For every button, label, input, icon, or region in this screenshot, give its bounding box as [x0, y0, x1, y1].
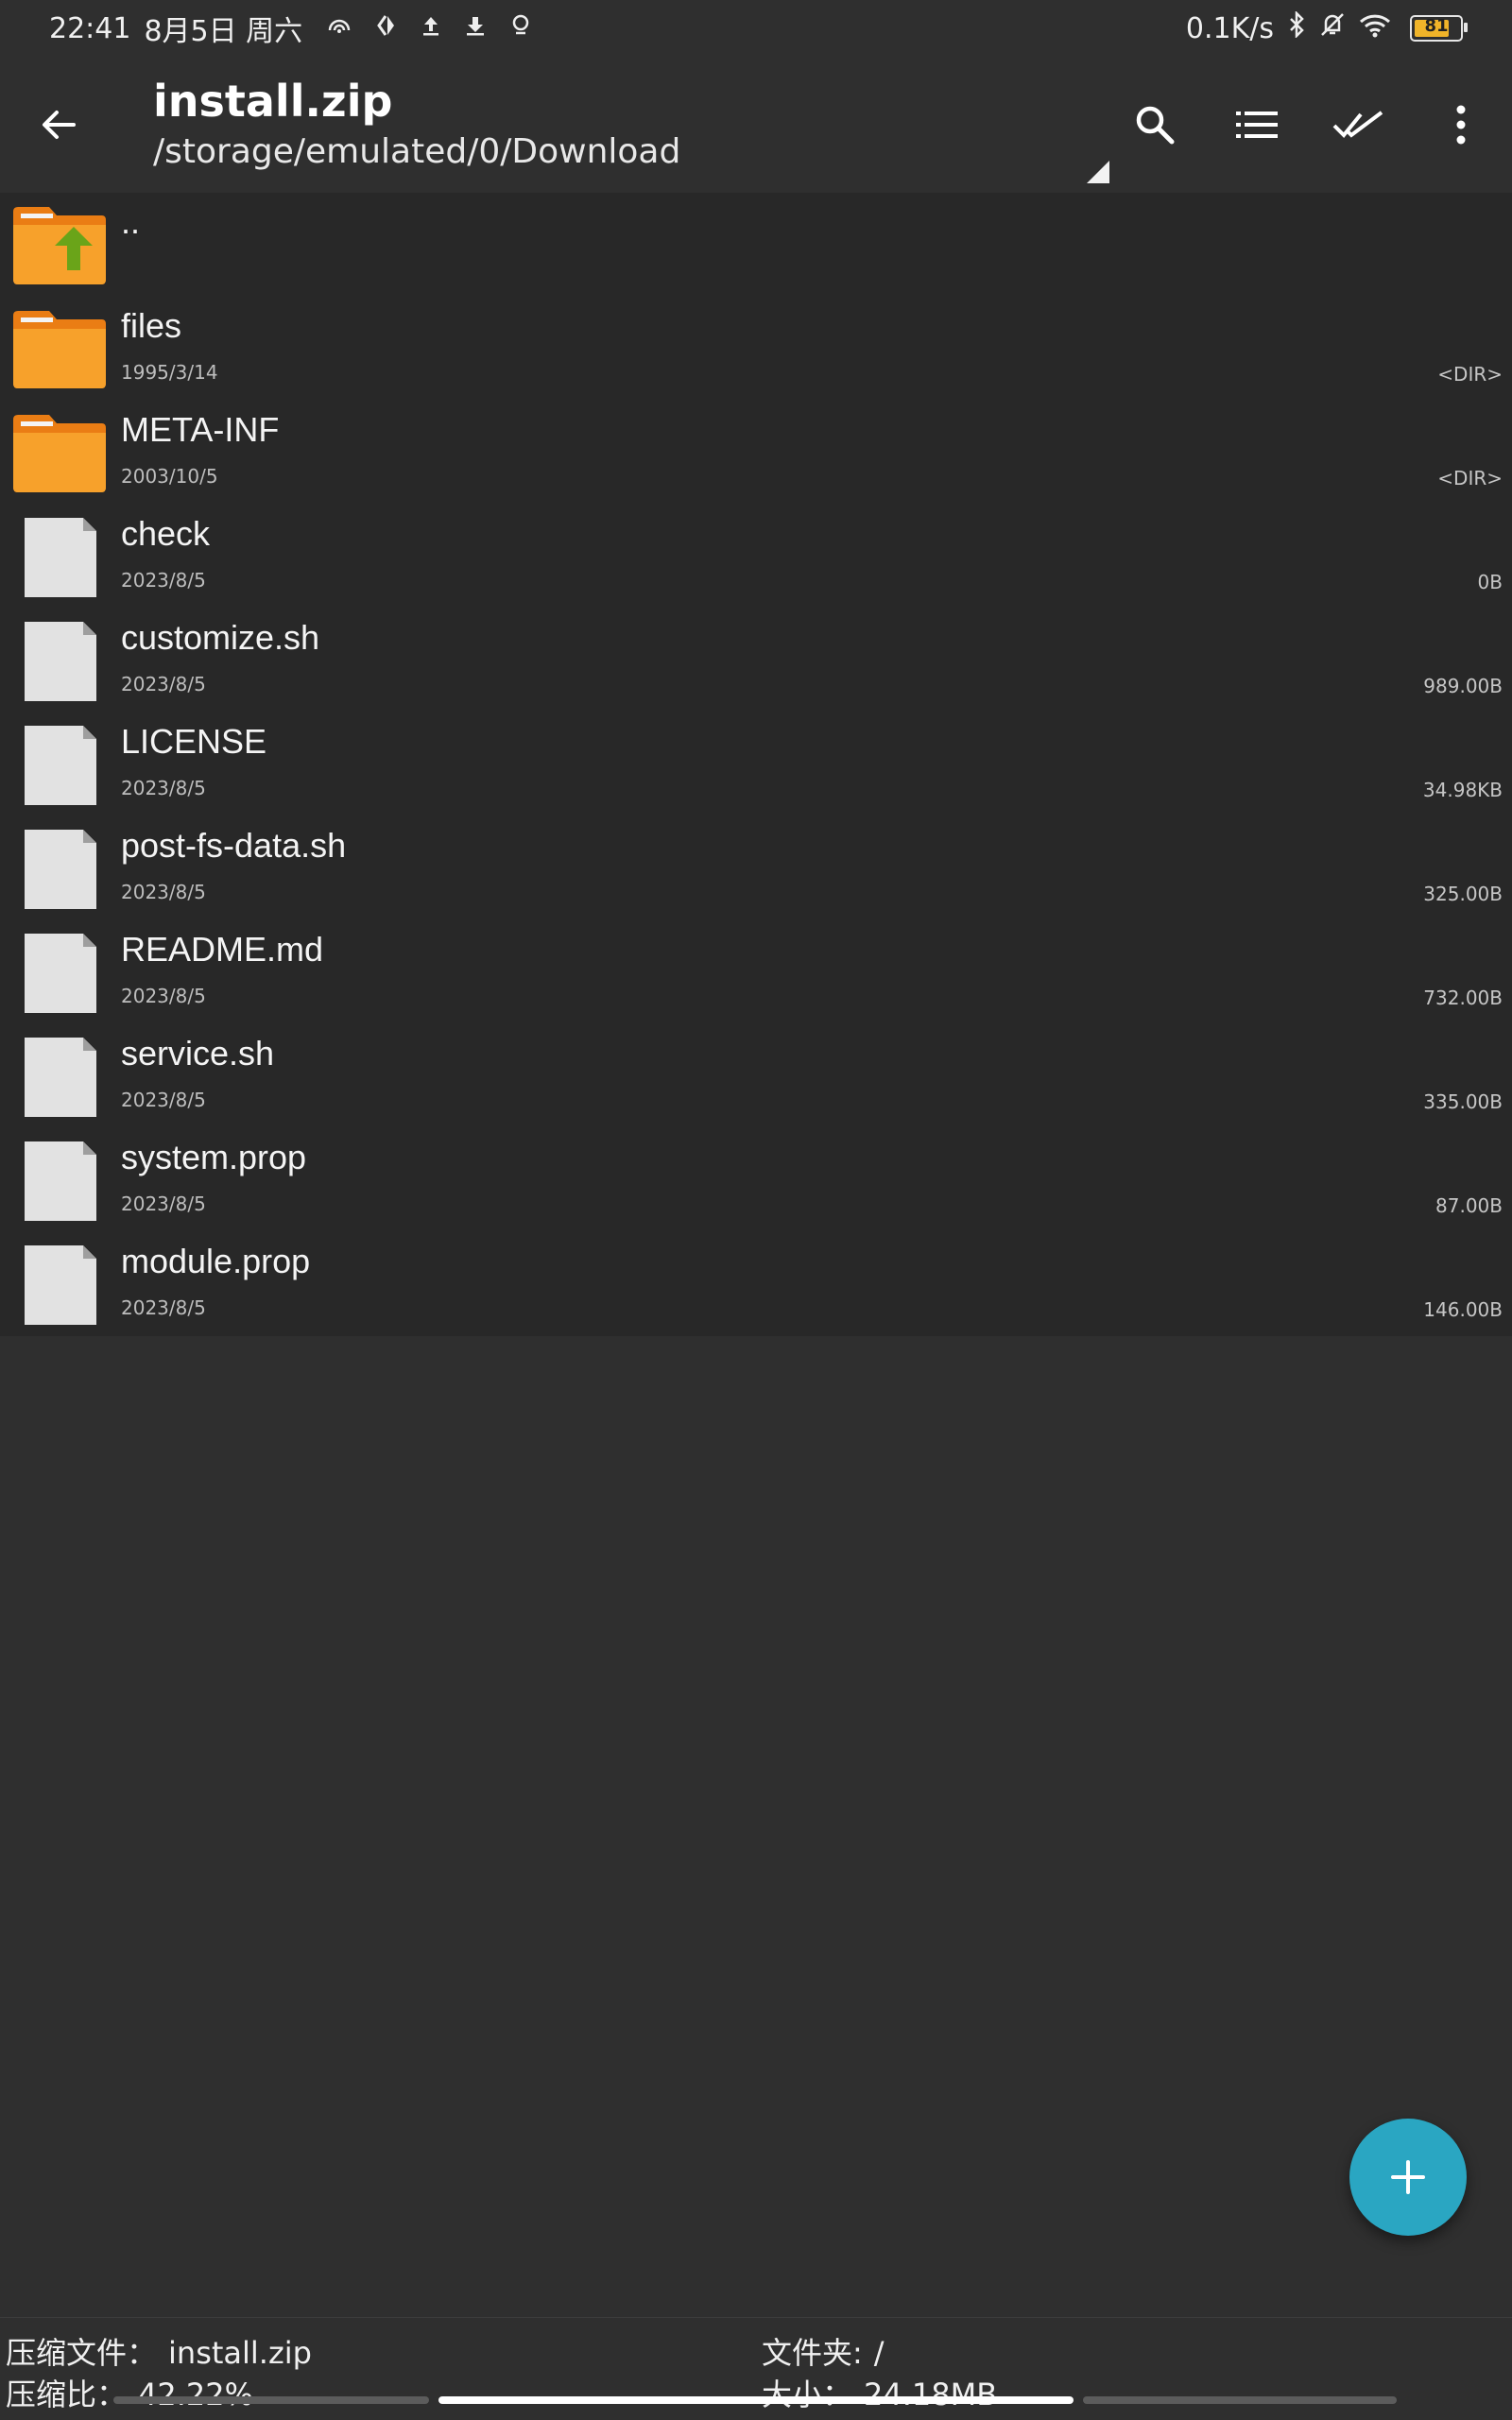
ratio-label: 压缩比： — [6, 2377, 128, 2412]
file-icon — [11, 724, 108, 807]
file-date: 2023/8/5 — [121, 1296, 206, 1319]
list-item-file[interactable]: system.prop 2023/8/5 87.00B — [0, 1128, 1512, 1232]
add-button[interactable] — [1349, 2119, 1467, 2236]
file-size: 732.00B — [1423, 987, 1503, 1009]
back-arrow-icon — [43, 111, 76, 139]
file-size: 335.00B — [1423, 1090, 1503, 1113]
select-all-button[interactable] — [1308, 77, 1410, 172]
battery-icon: 81 — [1410, 15, 1468, 42]
file-date: 2023/8/5 — [121, 673, 206, 695]
file-size: <DIR> — [1437, 363, 1503, 386]
file-size: 87.00B — [1435, 1194, 1503, 1217]
list-item-folder[interactable]: files 1995/3/14 <DIR> — [0, 297, 1512, 401]
folder-label: 文件夹: — [762, 2335, 863, 2371]
file-name: README.md — [121, 930, 324, 969]
list-item-file[interactable]: customize.sh 2023/8/5 989.00B — [0, 609, 1512, 712]
list-item-file[interactable]: README.md 2023/8/5 732.00B — [0, 920, 1512, 1024]
mute-bell-icon — [1319, 11, 1346, 45]
file-name: META-INF — [121, 410, 280, 449]
list-item-file[interactable]: check 2023/8/5 0B — [0, 505, 1512, 609]
status-time: 22:41 — [49, 11, 131, 45]
select-all-icon — [1332, 111, 1383, 138]
hotspot-icon — [327, 14, 352, 43]
file-icon — [11, 932, 108, 1015]
file-size: <DIR> — [1437, 467, 1503, 489]
file-date: 2023/8/5 — [121, 777, 206, 799]
network-speed: 0.1K/s — [1185, 11, 1274, 45]
file-size: 325.00B — [1423, 883, 1503, 905]
plus-icon — [1391, 2160, 1425, 2194]
ratio-value: 42.22% — [138, 2377, 254, 2412]
scroll-indicator-right — [1083, 2396, 1397, 2404]
file-name: .. — [121, 202, 141, 241]
file-date: 2003/10/5 — [121, 465, 218, 488]
list-item-file[interactable]: LICENSE 2023/8/5 34.98KB — [0, 712, 1512, 816]
file-date: 2023/8/5 — [121, 881, 206, 903]
folder-up-icon — [11, 204, 108, 287]
file-name: files — [121, 306, 182, 345]
app-bar: install.zip /storage/emulated/0/Download — [0, 57, 1512, 193]
file-size: 0B — [1477, 571, 1503, 593]
battery-level: 81 — [1424, 16, 1449, 36]
list-item-file[interactable]: post-fs-data.sh 2023/8/5 325.00B — [0, 816, 1512, 920]
archive-value: install.zip — [168, 2335, 312, 2371]
folder-info: 文件夹: / — [762, 2329, 885, 2373]
sync-icon — [376, 14, 397, 43]
archive-name-info: 压缩文件： install.zip — [6, 2329, 312, 2373]
list-view-button[interactable] — [1206, 77, 1308, 172]
wifi-icon — [1359, 12, 1391, 45]
file-name: post-fs-data.sh — [121, 826, 347, 865]
download-icon — [465, 14, 486, 43]
search-button[interactable] — [1104, 77, 1206, 172]
more-vert-icon — [1456, 105, 1466, 145]
archive-label: 压缩文件： — [6, 2335, 158, 2371]
file-date: 2023/8/5 — [121, 1089, 206, 1111]
file-icon — [11, 1140, 108, 1223]
file-size: 34.98KB — [1422, 779, 1503, 801]
bluetooth-icon — [1287, 9, 1306, 45]
file-date: 2023/8/5 — [121, 985, 206, 1007]
list-item-file[interactable]: service.sh 2023/8/5 335.00B — [0, 1024, 1512, 1128]
file-date: 1995/3/14 — [121, 361, 218, 384]
folder-icon — [11, 308, 108, 391]
file-list: .. files 1995/3/14 <DIR> META-INF 2003/1… — [0, 193, 1512, 1336]
compression-ratio-info: 压缩比： 42.22% — [6, 2371, 253, 2414]
size-value: 24.18MB — [864, 2377, 998, 2412]
location-icon — [510, 14, 531, 43]
size-info: 大小： 24.18MB — [762, 2371, 997, 2414]
folder-icon — [11, 412, 108, 495]
scroll-indicator-left — [113, 2396, 429, 2404]
size-label: 大小： — [762, 2377, 853, 2412]
upload-icon — [421, 14, 440, 43]
page-title: install.zip — [153, 76, 393, 127]
list-item-file[interactable]: module.prop 2023/8/5 146.00B — [0, 1232, 1512, 1336]
file-name: LICENSE — [121, 722, 267, 761]
folder-value: / — [873, 2335, 885, 2371]
back-button[interactable] — [28, 94, 89, 155]
file-name: service.sh — [121, 1034, 275, 1073]
status-date: 8月5日 周六 — [144, 15, 303, 48]
file-size: 146.00B — [1423, 1298, 1503, 1321]
list-item-folder[interactable]: META-INF 2003/10/5 <DIR> — [0, 401, 1512, 505]
gesture-handle[interactable] — [438, 2396, 1074, 2404]
file-icon — [11, 620, 108, 703]
file-name: customize.sh — [121, 618, 320, 657]
file-icon — [11, 516, 108, 599]
file-icon — [11, 1036, 108, 1119]
file-name: module.prop — [121, 1242, 311, 1280]
status-bar: 22:41 8月5日 周六 0.1K/s 81 — [0, 0, 1512, 57]
list-item-parent[interactable]: .. — [0, 193, 1512, 297]
file-icon — [11, 828, 108, 911]
file-name: system.prop — [121, 1138, 307, 1176]
more-options-button[interactable] — [1410, 77, 1512, 172]
file-date: 2023/8/5 — [121, 569, 206, 592]
file-name: check — [121, 514, 211, 553]
search-icon — [1136, 106, 1175, 145]
file-date: 2023/8/5 — [121, 1193, 206, 1215]
archive-info-bar: 压缩文件： install.zip 压缩比： 42.22% 文件夹: / 大小： 24.… — [0, 2317, 1512, 2420]
file-size: 989.00B — [1423, 675, 1503, 697]
current-path[interactable]: /storage/emulated/0/Download — [153, 132, 680, 171]
file-icon — [11, 1244, 108, 1327]
list-view-icon — [1236, 112, 1278, 138]
